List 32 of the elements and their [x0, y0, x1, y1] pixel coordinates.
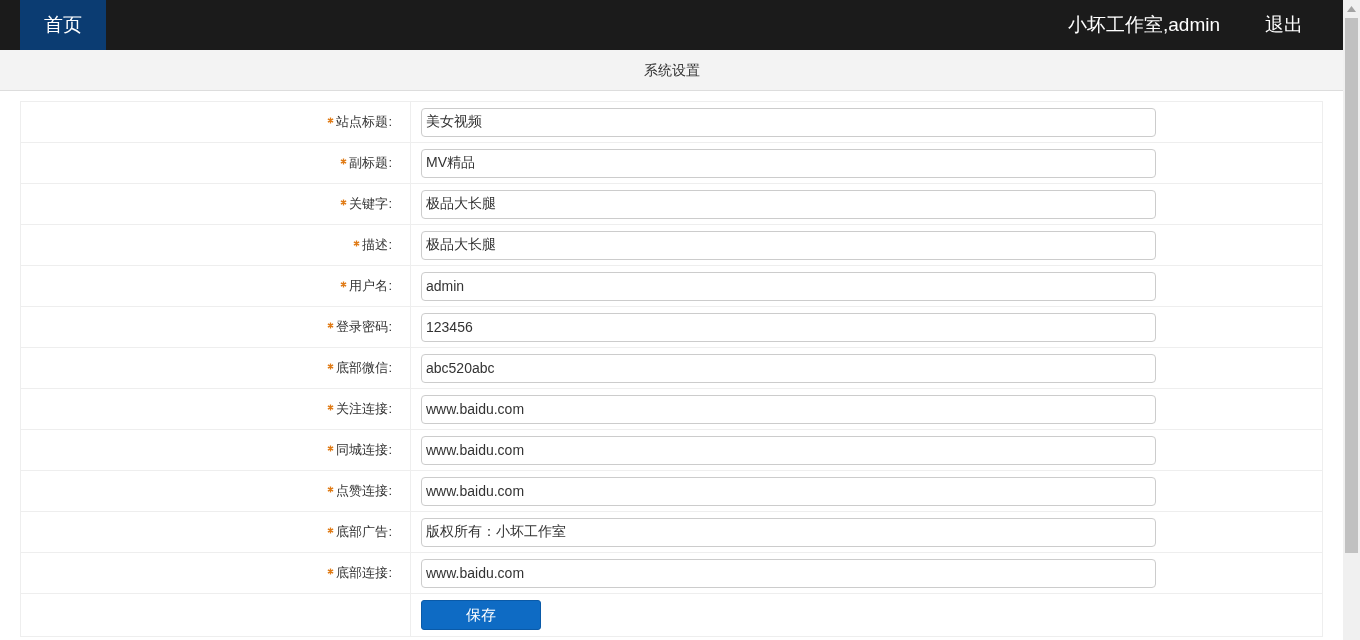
text-field[interactable]: 版权所有：小坏工作室 — [421, 517, 1156, 547]
text-field[interactable]: www.baidu.com — [421, 476, 1156, 506]
field-label: 关键字: — [349, 195, 392, 214]
text-field[interactable]: www.baidu.com — [421, 435, 1156, 465]
field-label: 底部广告: — [336, 523, 392, 542]
text-field[interactable]: 123456 — [421, 312, 1156, 342]
text-field[interactable]: www.baidu.com — [421, 394, 1156, 424]
text-field[interactable]: MV精品 — [421, 148, 1156, 178]
text-field[interactable]: 极品大长腿 — [421, 230, 1156, 260]
home-tab[interactable]: 首页 — [20, 0, 106, 50]
text-field[interactable]: 美女视频 — [421, 107, 1156, 137]
text-field[interactable]: admin — [421, 271, 1156, 301]
text-field[interactable]: www.baidu.com — [421, 558, 1156, 588]
field-label: 站点标题: — [336, 113, 392, 132]
field-label: 底部微信: — [336, 359, 392, 378]
scrollbar[interactable] — [1343, 0, 1360, 640]
scrollbar-thumb[interactable] — [1345, 18, 1358, 553]
text-field[interactable]: abc520abc — [421, 353, 1156, 383]
field-label: 登录密码: — [336, 318, 392, 337]
field-label: 用户名: — [349, 277, 392, 296]
field-label: 描述: — [362, 236, 392, 255]
section-title: 系统设置 — [643, 60, 700, 80]
user-name: 小坏工作室,admin — [1067, 12, 1220, 37]
field-label: 点赞连接: — [336, 482, 392, 501]
field-label: 同城连接: — [336, 441, 392, 460]
logout-link[interactable]: 退出 — [1265, 0, 1303, 50]
field-label: 关注连接: — [336, 400, 392, 419]
field-label: 副标题: — [349, 154, 392, 173]
scroll-up-icon[interactable] — [1347, 6, 1356, 12]
save-button[interactable]: 保存 — [421, 600, 541, 630]
text-field[interactable]: 极品大长腿 — [421, 189, 1156, 219]
field-label: 底部连接: — [336, 564, 392, 583]
